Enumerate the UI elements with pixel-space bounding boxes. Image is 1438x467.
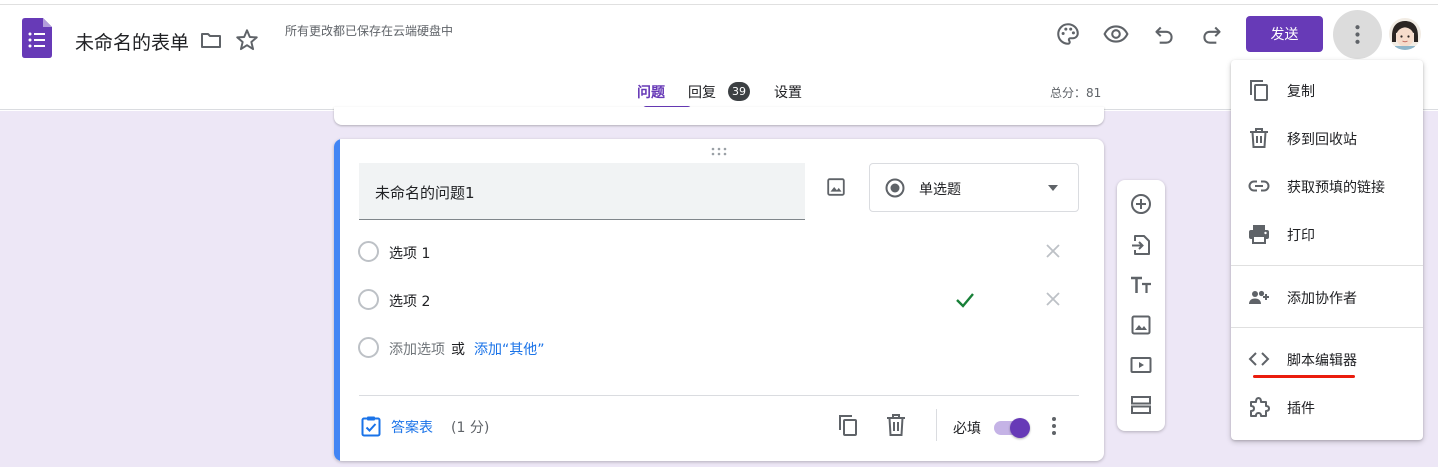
- add-image-icon[interactable]: [825, 176, 847, 198]
- tab-settings[interactable]: 设置: [774, 82, 802, 102]
- redo-icon[interactable]: [1199, 21, 1225, 47]
- folder-icon[interactable]: [199, 28, 223, 52]
- menu-item-label: 复制: [1287, 84, 1315, 100]
- responses-count-badge: 39: [728, 82, 750, 101]
- add-video-icon[interactable]: [1129, 353, 1153, 377]
- import-questions-icon[interactable]: [1129, 233, 1153, 257]
- puzzle-icon: [1250, 397, 1270, 417]
- google-forms-logo-icon[interactable]: [22, 18, 52, 58]
- add-person-icon: [1249, 290, 1269, 304]
- toggle-knob: [1010, 418, 1030, 438]
- question-type-select[interactable]: 单选题: [869, 163, 1079, 212]
- tab-responses[interactable]: 回复: [688, 82, 716, 102]
- undo-icon[interactable]: [1151, 21, 1177, 47]
- add-title-text-icon[interactable]: [1129, 273, 1153, 297]
- menu-item-label: 移到回收站: [1287, 132, 1357, 148]
- add-option-link[interactable]: 添加选项: [389, 339, 445, 359]
- tab-questions[interactable]: 问题: [637, 82, 665, 102]
- or-text: 或: [451, 342, 465, 358]
- app-header: 未命名的表单 所有更改都已保存在云端硬盘中 发送 问题 回复 39 设置 总分：…: [0, 0, 1438, 110]
- form-title[interactable]: 未命名的表单: [75, 28, 189, 55]
- points-label: (1 分): [451, 420, 490, 436]
- menu-item-print[interactable]: 打印: [1231, 216, 1423, 252]
- copy-icon: [1250, 80, 1268, 101]
- duplicate-icon[interactable]: [836, 413, 860, 437]
- menu-divider: [1231, 327, 1423, 328]
- question-type-label: 单选题: [919, 182, 961, 198]
- radio-button-checked-icon: [885, 178, 905, 198]
- add-other-link[interactable]: 添加“其他”: [474, 339, 545, 359]
- menu-item-label: 打印: [1287, 228, 1315, 244]
- menu-item-copy[interactable]: 复制: [1231, 72, 1423, 108]
- more-vert-icon[interactable]: [1048, 415, 1060, 437]
- dropdown-arrow-icon: [1048, 185, 1058, 191]
- required-label: 必填: [953, 421, 981, 437]
- option-label[interactable]: 选项 1: [389, 243, 430, 263]
- answer-key-icon[interactable]: [360, 415, 382, 437]
- card-footer-divider: [359, 395, 1079, 396]
- remove-option-icon[interactable]: [1044, 242, 1062, 260]
- total-score: 总分：81: [1050, 86, 1102, 100]
- more-options-button[interactable]: [1333, 10, 1382, 59]
- remove-option-icon[interactable]: [1044, 290, 1062, 308]
- menu-item-script-editor[interactable]: 脚本编辑器: [1231, 341, 1423, 377]
- top-border: [0, 4, 1438, 5]
- menu-item-label: 添加协作者: [1287, 291, 1357, 307]
- form-editor-area: 未命名的问题1 单选题 选项 1 选项 2 添加选项 或 添加“其他” 答案表 …: [0, 107, 1438, 467]
- more-options-menu: 复制 移到回收站 获取预填的链接 打印 添加协作者 脚本编辑器 插件: [1231, 60, 1423, 440]
- more-vert-icon: [1355, 25, 1360, 44]
- option-row[interactable]: 选项 1: [358, 241, 1068, 265]
- previous-question-card[interactable]: [334, 107, 1104, 125]
- save-status: 所有更改都已保存在云端硬盘中: [285, 24, 454, 38]
- menu-item-label: 脚本编辑器: [1287, 353, 1357, 369]
- avatar[interactable]: [1389, 18, 1421, 50]
- delete-icon[interactable]: [885, 413, 907, 437]
- menu-divider: [1231, 265, 1423, 266]
- send-button[interactable]: 发送: [1246, 16, 1323, 52]
- palette-icon[interactable]: [1055, 21, 1081, 47]
- menu-item-label: 获取预填的链接: [1287, 180, 1385, 196]
- option-radio-icon: [358, 337, 379, 358]
- option-row[interactable]: 选项 2: [358, 289, 1068, 313]
- add-question-icon[interactable]: [1129, 192, 1153, 216]
- required-toggle[interactable]: [994, 418, 1030, 438]
- option-radio-icon: [358, 241, 379, 262]
- add-option-row: 添加选项 或 添加“其他”: [358, 337, 1068, 361]
- highlight-underline: [1253, 375, 1355, 378]
- printer-icon: [1249, 225, 1269, 244]
- answer-key-link[interactable]: 答案表: [391, 417, 433, 437]
- add-image-icon[interactable]: [1129, 313, 1153, 337]
- question-title-input[interactable]: 未命名的问题1: [359, 163, 805, 220]
- link-icon: [1248, 180, 1270, 192]
- star-icon[interactable]: [234, 27, 260, 53]
- active-card-indicator: [334, 139, 340, 461]
- menu-item-label: 插件: [1287, 401, 1315, 417]
- code-icon: [1248, 352, 1270, 366]
- add-section-icon[interactable]: [1129, 393, 1153, 417]
- menu-item-add-collaborators[interactable]: 添加协作者: [1231, 279, 1423, 315]
- option-label[interactable]: 选项 2: [389, 291, 430, 311]
- option-radio-icon: [358, 289, 379, 310]
- preview-eye-icon[interactable]: [1103, 21, 1129, 47]
- floating-toolbar: [1117, 180, 1165, 431]
- menu-item-trash[interactable]: 移到回收站: [1231, 120, 1423, 156]
- menu-item-addons[interactable]: 插件: [1231, 389, 1423, 425]
- trash-icon: [1250, 128, 1268, 148]
- drag-handle-icon[interactable]: [710, 147, 728, 157]
- question-title-text: 未命名的问题1: [375, 184, 475, 202]
- footer-separator: [936, 409, 937, 441]
- correct-answer-check-icon: [956, 293, 974, 308]
- menu-item-prefilled-link[interactable]: 获取预填的链接: [1231, 168, 1423, 204]
- question-card[interactable]: 未命名的问题1 单选题 选项 1 选项 2 添加选项 或 添加“其他” 答案表 …: [334, 139, 1104, 461]
